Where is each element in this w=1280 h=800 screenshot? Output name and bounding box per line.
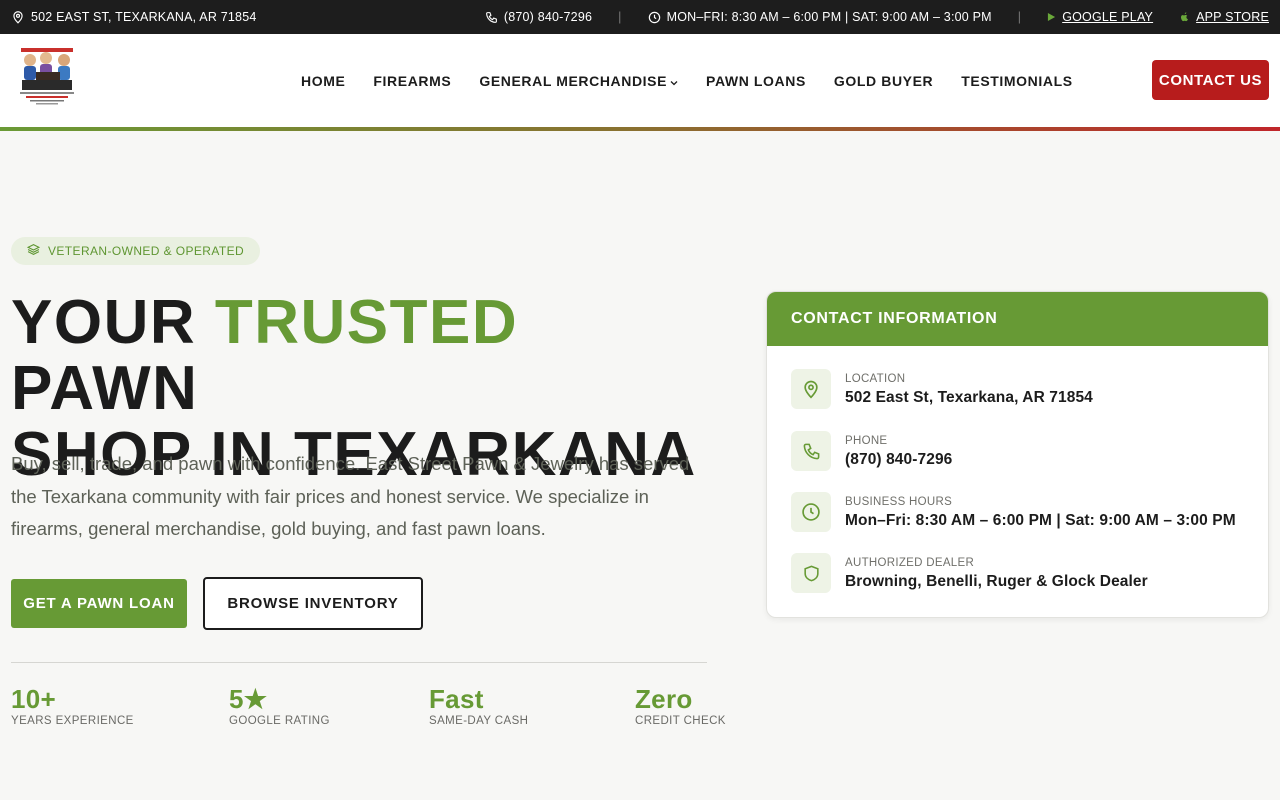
browse-inventory-button[interactable]: BROWSE INVENTORY <box>203 577 423 630</box>
contact-label: PHONE <box>845 435 888 447</box>
site-header: HOME FIREARMS GENERAL MERCHANDISE PAWN L… <box>0 34 1280 127</box>
main-nav: HOME FIREARMS GENERAL MERCHANDISE PAWN L… <box>301 34 1073 127</box>
stat-label: SAME-DAY CASH <box>429 715 529 727</box>
google-play-link[interactable]: GOOGLE PLAY <box>1047 10 1153 24</box>
contact-hours-row: BUSINESS HOURS Mon–Fri: 8:30 AM – 6:00 P… <box>791 492 1236 532</box>
stat-zero: Zero CREDIT CHECK <box>635 684 726 727</box>
topbar-hours-text: MON–FRI: 8:30 AM – 6:00 PM | SAT: 9:00 A… <box>666 10 992 24</box>
veteran-badge: VETERAN-OWNED & OPERATED <box>11 237 261 265</box>
badge-text: VETERAN-OWNED & OPERATED <box>48 244 245 258</box>
topbar-address: 502 EAST ST, TEXARKANA, AR 71854 <box>11 0 257 34</box>
contact-us-button[interactable]: CONTACT US <box>1152 60 1269 100</box>
phone-icon <box>485 11 498 24</box>
contact-dealer-row: AUTHORIZED DEALER Browning, Benelli, Rug… <box>791 553 1148 593</box>
location-pin-icon <box>11 10 25 24</box>
nav-pawn-loans[interactable]: PAWN LOANS <box>706 73 806 89</box>
stat-label: YEARS EXPERIENCE <box>11 715 134 727</box>
topbar-address-text: 502 EAST ST, TEXARKANA, AR 71854 <box>31 10 257 24</box>
stat-value: 5★ <box>229 684 268 714</box>
nav-firearms[interactable]: FIREARMS <box>373 73 451 89</box>
stat-label: GOOGLE RATING <box>229 715 330 727</box>
google-play-text[interactable]: GOOGLE PLAY <box>1062 10 1153 24</box>
nav-general-merchandise[interactable]: GENERAL MERCHANDISE <box>479 73 678 89</box>
site-logo[interactable] <box>16 44 78 108</box>
topbar-phone[interactable]: (870) 840-7296 <box>485 10 592 24</box>
topbar-separator: | <box>618 10 622 24</box>
stat-fast: Fast SAME-DAY CASH <box>429 684 528 727</box>
stat-rating: 5★ GOOGLE RATING <box>229 684 330 727</box>
header-gradient-divider <box>0 127 1280 131</box>
stat-years: 10+ YEARS EXPERIENCE <box>11 684 134 727</box>
nav-gold-buyer[interactable]: GOLD BUYER <box>834 73 933 89</box>
shield-icon <box>791 553 831 593</box>
contact-phone-row: PHONE (870) 840-7296 <box>791 431 952 471</box>
chevron-down-icon <box>670 73 678 89</box>
contact-value: 502 East St, Texarkana, AR 71854 <box>845 389 1093 406</box>
topbar-phone-text[interactable]: (870) 840-7296 <box>504 10 592 24</box>
clock-icon <box>791 492 831 532</box>
stats-divider <box>11 662 707 663</box>
stat-value: Fast <box>429 684 484 714</box>
contact-location-row: LOCATION 502 East St, Texarkana, AR 7185… <box>791 369 1093 409</box>
top-info-bar: 502 EAST ST, TEXARKANA, AR 71854 (870) 8… <box>0 0 1280 34</box>
nav-home[interactable]: HOME <box>301 73 345 89</box>
contact-label: LOCATION <box>845 373 906 385</box>
hero-description: Buy, sell, trade, and pawn with confiden… <box>11 453 690 539</box>
apple-icon <box>1179 11 1190 23</box>
contact-info-card: CONTACT INFORMATION LOCATION 502 East St… <box>766 291 1269 618</box>
clock-icon <box>648 11 661 24</box>
contact-label: AUTHORIZED DEALER <box>845 557 975 569</box>
location-pin-icon <box>791 369 831 409</box>
topbar-separator: | <box>1017 10 1022 24</box>
contact-label: BUSINESS HOURS <box>845 496 953 508</box>
play-icon <box>1047 12 1056 22</box>
contact-value: Mon–Fri: 8:30 AM – 6:00 PM | Sat: 9:00 A… <box>845 512 1236 529</box>
stat-label: CREDIT CHECK <box>635 715 726 727</box>
contact-value[interactable]: (870) 840-7296 <box>845 449 952 471</box>
layers-icon <box>26 243 41 259</box>
headline-highlight: TRUSTED <box>214 288 519 357</box>
contact-card-title: CONTACT INFORMATION <box>767 292 1268 346</box>
app-store-text[interactable]: APP STORE <box>1196 10 1269 24</box>
topbar-hours: MON–FRI: 8:30 AM – 6:00 PM | SAT: 9:00 A… <box>648 10 992 24</box>
stat-value: 10+ <box>11 684 57 714</box>
app-store-link[interactable]: APP STORE <box>1179 10 1269 24</box>
get-pawn-loan-button[interactable]: GET A PAWN LOAN <box>11 579 187 628</box>
stat-value: Zero <box>635 684 693 714</box>
nav-testimonials[interactable]: TESTIMONIALS <box>961 73 1072 89</box>
phone-icon <box>791 431 831 471</box>
contact-value: Browning, Benelli, Ruger & Glock Dealer <box>845 573 1148 590</box>
